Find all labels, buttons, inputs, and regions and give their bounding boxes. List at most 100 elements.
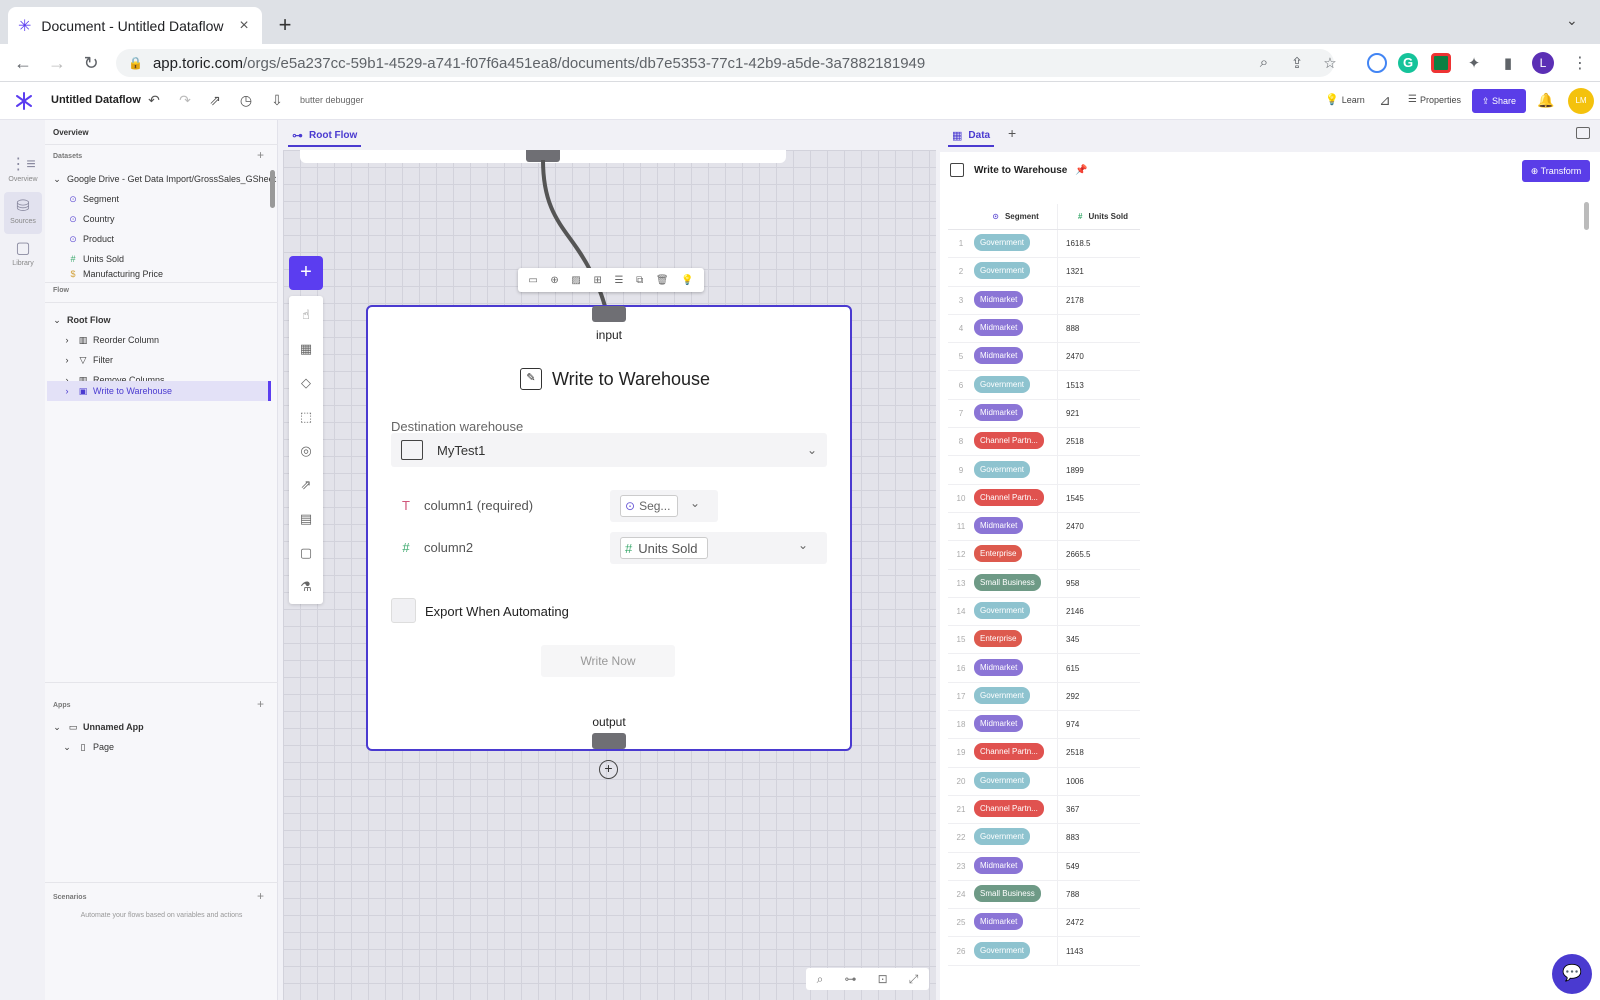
chevron-right-icon[interactable]: › [61, 355, 73, 365]
units-sold-cell[interactable]: 883 [1057, 824, 1140, 852]
chat-support-icon[interactable]: 💬 [1552, 954, 1592, 994]
datasets-scrollbar[interactable] [270, 170, 275, 208]
profile-avatar[interactable]: L [1532, 52, 1554, 74]
table-row[interactable]: 11 Midmarket 2470 [948, 512, 1140, 542]
toric-logo-icon[interactable] [14, 91, 34, 111]
chevron-down-icon[interactable]: ⌄ [798, 538, 808, 552]
column-header-segment[interactable]: ⊙ Segment [974, 212, 1057, 221]
segment-cell[interactable]: Midmarket [974, 319, 1057, 338]
table-row[interactable]: 25 Midmarket 2472 [948, 909, 1140, 938]
reload-icon[interactable]: ↻ [80, 52, 102, 74]
comment-tool-icon[interactable]: ▢ [289, 542, 323, 564]
grammarly-extension-icon[interactable]: G [1398, 53, 1418, 73]
segment-cell[interactable]: Government [974, 234, 1057, 253]
diamond-tool-icon[interactable]: ◇ [289, 372, 323, 394]
add-tab-icon[interactable]: + [1008, 125, 1016, 141]
puzzle-extensions-icon[interactable]: ✦ [1464, 54, 1484, 74]
dataset-column-item[interactable]: ⊙ Segment [67, 189, 119, 209]
segment-cell[interactable]: Midmarket [974, 913, 1057, 932]
segment-cell[interactable]: Small Business [974, 884, 1057, 904]
units-sold-cell[interactable]: 974 [1057, 711, 1140, 739]
units-sold-cell[interactable]: 2472 [1057, 909, 1140, 937]
add-scenario-icon[interactable]: + [257, 889, 264, 903]
column-header-units-sold[interactable]: # Units Sold [1057, 204, 1140, 229]
forward-arrow-icon[interactable]: → [46, 52, 68, 74]
units-sold-cell[interactable]: 1545 [1057, 484, 1140, 512]
dataset-column-item[interactable]: # Units Sold [67, 249, 124, 269]
dataset-column-item[interactable]: ⊙ Country [67, 209, 114, 229]
table-row[interactable]: 5 Midmarket 2470 [948, 343, 1140, 372]
segment-cell[interactable]: Midmarket [974, 715, 1057, 734]
flow-step-item[interactable]: › ▥ Reorder Column [61, 330, 160, 350]
chevron-right-icon[interactable]: › [61, 386, 73, 396]
bookmark-star-icon[interactable]: ☆ [1320, 54, 1340, 74]
segment-cell[interactable]: Enterprise [974, 545, 1057, 564]
column1-chip[interactable]: ⊙ Seg... [620, 495, 678, 517]
learn-button[interactable]: 💡 Learn [1325, 93, 1365, 106]
notification-bell-icon[interactable]: 🔔 [1537, 92, 1554, 109]
segment-cell[interactable]: Midmarket [974, 403, 1057, 423]
redo-icon[interactable]: ↷ [176, 92, 194, 110]
segment-cell[interactable]: Government [974, 262, 1057, 281]
units-sold-cell[interactable]: 2518 [1057, 739, 1140, 767]
table-row[interactable]: 20 Government 1006 [948, 767, 1140, 796]
zoom-fit-icon[interactable]: ⌕ [817, 972, 824, 987]
table-row[interactable]: 9 Government 1899 [948, 456, 1140, 485]
segment-cell[interactable]: Enterprise [974, 630, 1057, 649]
table-row[interactable]: 10 Channel Partn... 1545 [948, 484, 1140, 513]
minimize-icon[interactable]: ⊡ [878, 972, 888, 986]
segment-cell[interactable]: Midmarket [974, 347, 1057, 366]
segment-cell[interactable]: Midmarket [974, 658, 1057, 678]
transform-button[interactable]: ⊕ Transform [1522, 160, 1590, 182]
units-sold-cell[interactable]: 549 [1057, 852, 1140, 880]
chart-icon[interactable]: ⊿ [1376, 92, 1394, 110]
chevron-right-icon[interactable]: › [61, 335, 73, 345]
input-port[interactable] [592, 306, 626, 322]
units-sold-cell[interactable]: 788 [1057, 880, 1140, 909]
segment-cell[interactable]: Channel Partn... [974, 800, 1057, 819]
table-row[interactable]: 22 Government 883 [948, 824, 1140, 853]
segment-cell[interactable]: Government [974, 686, 1057, 706]
units-sold-cell[interactable]: 1006 [1057, 767, 1140, 795]
units-sold-cell[interactable]: 958 [1057, 569, 1140, 597]
units-sold-cell[interactable]: 292 [1057, 682, 1140, 711]
add-dataset-icon[interactable]: + [257, 148, 264, 162]
segment-cell[interactable]: Midmarket [974, 517, 1057, 536]
table-row[interactable]: 17 Government 292 [948, 682, 1140, 712]
transform-tool-icon[interactable]: ☝ [289, 304, 323, 326]
tab-root-flow[interactable]: ⊶ Root Flow [288, 125, 362, 147]
table-row[interactable]: 13 Small Business 958 [948, 569, 1140, 598]
units-sold-cell[interactable]: 2470 [1057, 512, 1140, 541]
chart-icon[interactable]: ▨ [571, 275, 580, 286]
write-now-button[interactable]: Write Now [541, 645, 675, 677]
table-row[interactable]: 8 Channel Partn... 2518 [948, 428, 1140, 457]
rail-item-library[interactable]: ▢ Library [4, 234, 42, 276]
rail-item-overview[interactable]: ⋮≡ Overview [4, 150, 42, 192]
units-sold-cell[interactable]: 2178 [1057, 286, 1140, 314]
data-table-scrollbar[interactable] [1584, 202, 1589, 230]
export-tool-icon[interactable]: ⇗ [289, 474, 323, 496]
units-sold-cell[interactable]: 888 [1057, 314, 1140, 343]
app-item[interactable]: ⌄ ▭ Unnamed App [51, 717, 143, 737]
segment-cell[interactable]: Government [974, 771, 1057, 791]
segment-cell[interactable]: Government [974, 941, 1057, 961]
chevron-down-icon[interactable]: ⌄ [51, 174, 63, 185]
units-sold-cell[interactable]: 1321 [1057, 258, 1140, 286]
segment-cell[interactable]: Small Business [974, 573, 1057, 593]
share-button[interactable]: ⇪ Share [1472, 89, 1526, 113]
table-row[interactable]: 1 Government 1618.5 [948, 230, 1140, 259]
root-flow-item[interactable]: ⌄ Root Flow [51, 310, 110, 330]
table-row[interactable]: 15 Enterprise 345 [948, 626, 1140, 655]
table-row[interactable]: 21 Channel Partn... 367 [948, 795, 1140, 825]
table-row[interactable]: 2 Government 1321 [948, 258, 1140, 287]
table-row[interactable]: 3 Midmarket 2178 [948, 286, 1140, 315]
export-icon[interactable]: ⇗ [206, 92, 224, 110]
table-row[interactable]: 19 Channel Partn... 2518 [948, 739, 1140, 768]
user-avatar[interactable]: LM [1568, 88, 1594, 114]
address-bar[interactable]: 🔒 app.toric.com/orgs/e5a237cc-59b1-4529-… [116, 49, 1334, 77]
segment-cell[interactable]: Channel Partn... [974, 432, 1057, 451]
dataset-row[interactable]: ⌄ Google Drive - Get Data Import/GrossSa… [51, 169, 276, 189]
select-tool-icon[interactable]: ⬚ [289, 406, 323, 428]
trash-icon[interactable]: 🗑 [656, 275, 669, 286]
tab-data[interactable]: ▦ Data [948, 125, 995, 147]
